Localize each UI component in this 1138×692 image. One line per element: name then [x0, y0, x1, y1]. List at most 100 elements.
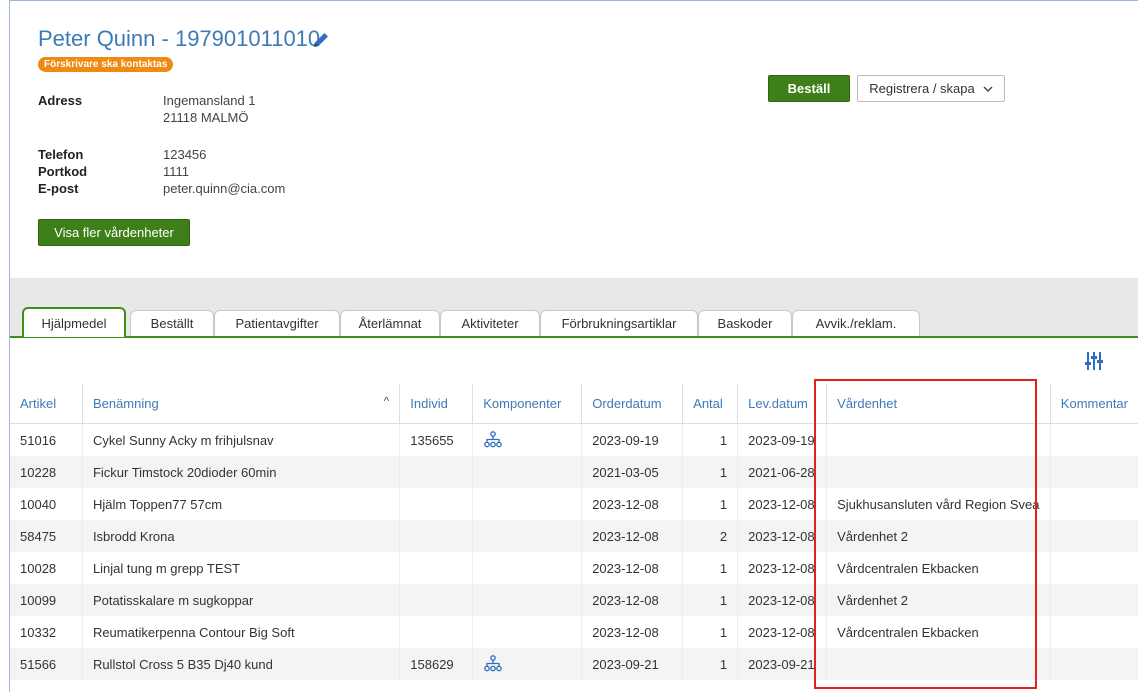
cell-benamning: Isbrodd Krona	[82, 520, 401, 552]
cell-orderdatum: 2023-09-19	[581, 423, 684, 456]
phone-label: Telefon	[38, 147, 84, 162]
table-row[interactable]: 58475 Isbrodd Krona 2023-12-08 2 2023-12-08 V…	[10, 520, 1138, 552]
table-row[interactable]: 10040 Hjälm Toppen77 57cm 2023-12-08 1 2023-…	[10, 488, 1138, 520]
cell-kommentar	[1050, 648, 1138, 680]
table-header-row: Artikel Benämning ^ Individ Komponenter O…	[10, 384, 1138, 424]
tab-label: Aktiviteter	[461, 316, 519, 331]
tab-forbrukningsartiklar[interactable]: Förbrukningsartiklar	[540, 310, 698, 336]
cell-antal: 1	[682, 552, 739, 584]
tab-hjalpmedel[interactable]: Hjälpmedel	[22, 307, 126, 337]
tab-baskoder[interactable]: Baskoder	[698, 310, 792, 336]
aids-table: Artikel Benämning ^ Individ Komponenter O…	[10, 384, 1138, 680]
tab-label: Avvik./reklam.	[815, 316, 897, 331]
column-settings-icon[interactable]	[1084, 350, 1104, 372]
col-individ[interactable]: Individ	[399, 384, 474, 424]
pencil-icon[interactable]	[311, 30, 331, 50]
tab-patientavgifter[interactable]: Patientavgifter	[214, 310, 340, 336]
patient-title: Peter Quinn - 197901011010	[38, 26, 321, 51]
sort-ascending-icon: ^	[383, 394, 390, 408]
tab-aktiviteter[interactable]: Aktiviteter	[440, 310, 540, 336]
register-create-dropdown[interactable]: Registrera / skapa	[857, 75, 1005, 102]
header-label: Antal	[693, 396, 723, 411]
header-label: Vårdenhet	[837, 396, 898, 411]
cell-kommentar	[1050, 424, 1138, 457]
header-label: Benämning	[92, 396, 159, 411]
cell-individ	[399, 584, 474, 616]
cell-vardenhet	[826, 648, 1051, 680]
col-benamning[interactable]: Benämning ^	[82, 384, 401, 424]
cell-levdatum: 2023-12-08	[737, 488, 828, 520]
cell-kommentar	[1050, 520, 1138, 552]
cell-individ	[399, 520, 474, 552]
col-artikel[interactable]: Artikel	[10, 384, 83, 424]
cell-artikel: 10332	[10, 616, 83, 648]
col-kommentar[interactable]: Kommentar	[1050, 384, 1138, 424]
tab-bestallt[interactable]: Beställt	[130, 310, 214, 336]
tab-label: Återlämnat	[358, 316, 422, 331]
table-row[interactable]: 51016 Cykel Sunny Acky m frihjulsnav 13565…	[10, 423, 1138, 457]
cell-benamning: Cykel Sunny Acky m frihjulsnav	[82, 423, 401, 456]
tabs-underline	[10, 336, 1138, 338]
cell-antal: 2	[682, 520, 739, 552]
tab-avvik-reklam[interactable]: Avvik./reklam.	[792, 310, 920, 336]
cell-kommentar	[1050, 584, 1138, 616]
cell-benamning: Potatisskalare m sugkoppar	[82, 584, 401, 616]
cell-individ	[399, 616, 474, 648]
cell-antal: 1	[682, 488, 739, 520]
hierarchy-icon[interactable]	[483, 430, 503, 450]
cell-orderdatum: 2021-03-05	[581, 456, 684, 488]
cell-orderdatum: 2023-12-08	[581, 552, 684, 584]
cell-individ	[399, 552, 474, 584]
cell-vardenhet: Sjukhusansluten vård Region Svea	[826, 488, 1051, 520]
cell-levdatum: 2023-09-19	[737, 423, 828, 456]
portcode-label: Portkod	[38, 164, 88, 179]
col-antal[interactable]: Antal	[682, 384, 739, 424]
address-line2: 21118 MALMÖ	[163, 110, 249, 125]
cell-benamning: Linjal tung m grepp TEST	[82, 552, 401, 584]
cell-antal: 1	[682, 584, 739, 616]
address-label: Adress	[38, 93, 83, 108]
cell-individ	[399, 456, 474, 488]
col-komponenter[interactable]: Komponenter	[472, 384, 583, 424]
table-row[interactable]: 10099 Potatisskalare m sugkoppar 2023-12-0…	[10, 584, 1138, 616]
cell-artikel: 10028	[10, 552, 83, 584]
header-label: Orderdatum	[592, 396, 662, 411]
tab-label: Hjälpmedel	[41, 315, 107, 331]
table-row[interactable]: 10028 Linjal tung m grepp TEST 2023-12-08 1…	[10, 552, 1138, 584]
cell-artikel: 58475	[10, 520, 83, 552]
cell-benamning: Fickur Timstock 20dioder 60min	[82, 456, 401, 488]
cell-antal: 1	[682, 423, 739, 456]
show-more-units-button[interactable]: Visa fler vårdenheter	[38, 219, 190, 246]
cell-kommentar	[1050, 456, 1138, 488]
cell-komponenter	[472, 520, 583, 552]
cell-levdatum: 2023-12-08	[737, 616, 828, 648]
cell-komponenter	[472, 488, 583, 520]
header-label: Artikel	[20, 396, 57, 411]
cell-komponenter	[472, 456, 583, 488]
cell-individ: 135655	[399, 423, 474, 456]
status-badge: Förskrivare ska kontaktas	[38, 57, 174, 72]
tab-aterlamnat[interactable]: Återlämnat	[340, 310, 440, 336]
cell-levdatum: 2023-12-08	[737, 584, 828, 616]
cell-komponenter[interactable]	[472, 423, 583, 456]
email-value: peter.quinn@cia.com	[163, 181, 286, 196]
cell-artikel: 51566	[10, 648, 83, 680]
order-button[interactable]: Beställ	[768, 75, 850, 102]
table-row[interactable]: 51566 Rullstol Cross 5 B35 Dj40 kund 15862…	[10, 648, 1138, 680]
cell-artikel: 10040	[10, 488, 83, 520]
header-label: Kommentar	[1060, 396, 1128, 411]
cell-individ: 158629	[399, 648, 474, 680]
col-vardenhet[interactable]: Vårdenhet	[826, 384, 1051, 424]
cell-kommentar	[1050, 552, 1138, 584]
col-orderdatum[interactable]: Orderdatum	[581, 384, 684, 424]
hierarchy-icon[interactable]	[483, 654, 503, 674]
cell-vardenhet: Vårdcentralen Ekbacken	[826, 552, 1051, 584]
cell-antal: 1	[682, 648, 739, 680]
table-row[interactable]: 10332 Reumatikerpenna Contour Big Soft 202…	[10, 616, 1138, 648]
cell-vardenhet	[826, 423, 1051, 456]
col-levdatum[interactable]: Lev.datum	[737, 384, 828, 424]
table-row[interactable]: 10228 Fickur Timstock 20dioder 60min 2021-…	[10, 456, 1138, 488]
email-label: E-post	[38, 181, 79, 196]
cell-komponenter	[472, 584, 583, 616]
cell-komponenter[interactable]	[472, 648, 583, 680]
